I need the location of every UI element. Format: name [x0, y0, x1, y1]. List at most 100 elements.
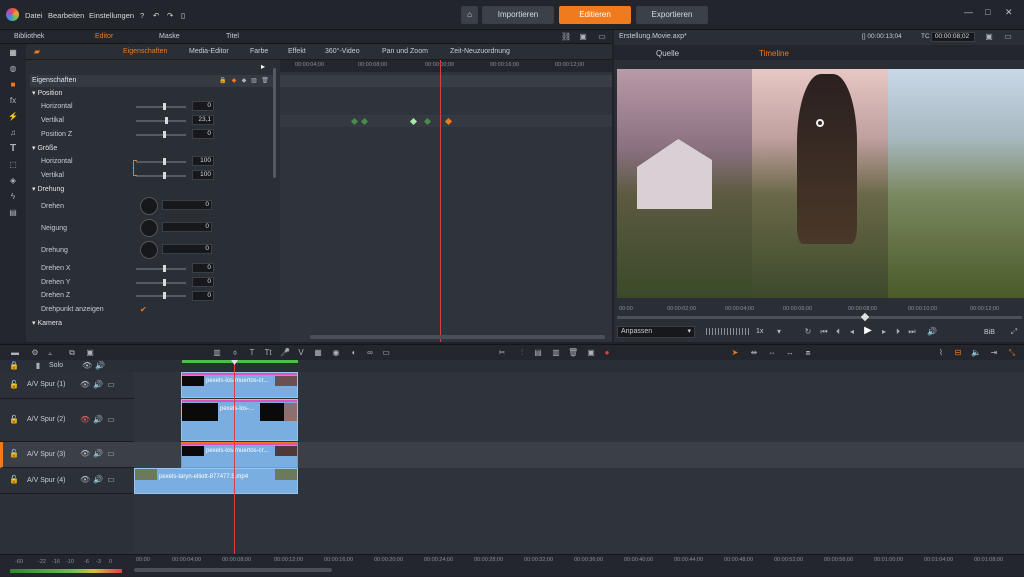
eye-icon[interactable]: 👁	[80, 380, 90, 390]
smart-icon[interactable]: V	[296, 348, 306, 358]
slider-groesse-horizontal[interactable]	[136, 158, 186, 165]
solo-label[interactable]: Solo	[49, 362, 63, 369]
panel-icon[interactable]: ▭	[597, 32, 607, 42]
timecode-field[interactable]: 00:00:08;02	[931, 32, 975, 42]
dial-neigung[interactable]	[140, 219, 158, 237]
track-header-4[interactable]: 🔓 A/V Spur (4) 👁 🔊 ▭	[0, 468, 134, 494]
jog-wheel[interactable]	[706, 328, 750, 335]
slider-vertikal[interactable]	[136, 117, 186, 124]
edit-button[interactable]: Editieren	[559, 6, 631, 24]
video-icon[interactable]: ▮	[33, 361, 43, 371]
film-icon[interactable]: ▦	[8, 48, 18, 58]
close-icon[interactable]: ✕	[1005, 7, 1013, 18]
editor-icon[interactable]: ■	[8, 80, 18, 90]
tab-editor[interactable]: Editor	[95, 33, 113, 40]
input-vertikal[interactable]: 23,1	[192, 115, 214, 125]
subtab-media-editor[interactable]: Media-Editor	[189, 48, 229, 55]
split-icon[interactable]: ⫶	[517, 348, 527, 358]
overlay-icon[interactable]: ⬚	[8, 160, 18, 170]
volume-icon[interactable]: 🔊	[927, 327, 937, 337]
layers-icon[interactable]: ◈	[8, 176, 18, 186]
dial-drehen[interactable]	[140, 197, 158, 215]
audio-mixer-icon[interactable]: ▥	[212, 348, 222, 358]
track-header-1[interactable]: 🔓 A/V Spur (1) 👁 🔊 ▭	[0, 372, 134, 399]
play-icon[interactable]: ▶	[863, 326, 873, 336]
help-icon[interactable]: ?	[140, 11, 144, 20]
title-tool-icon[interactable]: T	[247, 348, 257, 358]
track-options-icon[interactable]: ▭	[106, 449, 116, 459]
snap-icon[interactable]: ⫠	[45, 348, 55, 358]
music-icon[interactable]: ♫	[8, 128, 18, 138]
play-arrow-icon[interactable]: ▸	[258, 62, 268, 72]
bib-button[interactable]: BiB	[984, 329, 995, 336]
trim-icon[interactable]: ▣	[586, 348, 596, 358]
slide-tool-icon[interactable]: ⇔	[767, 348, 777, 358]
speaker-icon[interactable]: 🔊	[93, 415, 103, 425]
window-icon[interactable]: ▣	[984, 32, 994, 42]
lock-icon[interactable]: 🔓	[9, 449, 19, 459]
zoom-icon[interactable]: ⤡	[1007, 348, 1017, 358]
slider-horizontal[interactable]	[136, 103, 186, 110]
link-icon[interactable]: ⛓	[561, 32, 571, 42]
aspect-lock-icon[interactable]	[133, 160, 137, 176]
subtab-pan-zoom[interactable]: Pan und Zoom	[382, 48, 428, 55]
eye-icon[interactable]: 👁	[82, 361, 92, 371]
properties-scrollbar[interactable]	[273, 68, 276, 178]
go-end-icon[interactable]: ⏭	[907, 327, 917, 337]
menu-einstellungen[interactable]: Einstellungen	[89, 11, 134, 20]
chevron-down-icon[interactable]: ▾	[774, 327, 784, 337]
eye-off-icon[interactable]: 👁	[80, 415, 90, 425]
lightning-icon[interactable]: ϟ	[8, 192, 18, 202]
clip[interactable]: pexels-los-...	[181, 399, 298, 441]
input-drehung[interactable]: 0	[162, 244, 212, 254]
lock-icon[interactable]: 🔓	[9, 475, 19, 485]
undo-icon[interactable]: ↶	[153, 11, 159, 20]
checkbox-drehpunkt[interactable]: ✔	[140, 305, 147, 314]
fullscreen-icon[interactable]: ⤢	[1009, 327, 1019, 337]
input-position-z[interactable]: 0	[192, 129, 214, 139]
slider-drehen-x[interactable]	[136, 265, 186, 272]
keyframe-scrollbar[interactable]	[310, 335, 605, 339]
tab-quelle[interactable]: Quelle	[656, 49, 679, 58]
clip[interactable]: pexels-taryn-elliott-877477.5.mp4	[134, 468, 298, 494]
home-button[interactable]: ⌂	[461, 6, 478, 24]
speed-selector[interactable]: 1x	[756, 328, 763, 335]
keyframe-orange-icon[interactable]: ◆	[229, 76, 239, 86]
keyframe-icon[interactable]: ◆	[239, 76, 249, 86]
panel-icon[interactable]: ▭	[1003, 32, 1013, 42]
subtab-effekt[interactable]: Effekt	[288, 48, 306, 55]
dial-drehung[interactable]	[140, 241, 158, 259]
lock-icon[interactable]: 🔒	[218, 76, 228, 86]
tab-bibliothek[interactable]: Bibliothek	[14, 33, 44, 40]
subtab-farbe[interactable]: Farbe	[250, 48, 268, 55]
storyboard-icon[interactable]: ▣	[85, 348, 95, 358]
tab-maske[interactable]: Maske	[159, 33, 180, 40]
marker-icon[interactable]: ⌽	[230, 348, 240, 358]
speaker-icon[interactable]: 🔊	[93, 449, 103, 459]
audio-scrub-icon[interactable]: 🔈	[971, 348, 981, 358]
pointer-icon[interactable]: ➤	[730, 348, 740, 358]
preview-scrubber[interactable]	[617, 312, 1022, 322]
lock-icon[interactable]: 🔓	[9, 415, 19, 425]
layout-icon[interactable]: ▬	[10, 348, 20, 358]
input-drehen[interactable]: 0	[162, 200, 212, 210]
settings-icon[interactable]: ⚙	[30, 348, 40, 358]
section-position[interactable]: ▾ Position	[32, 89, 62, 97]
input-drehen-x[interactable]: 0	[192, 263, 214, 273]
track-options-icon[interactable]: ▭	[106, 380, 116, 390]
disc-icon[interactable]: ◉	[331, 348, 341, 358]
keyframe-playhead[interactable]	[440, 60, 441, 342]
magnet-icon[interactable]: ⌇	[936, 348, 946, 358]
subtitle-icon[interactable]: ▤	[8, 208, 18, 218]
grid-icon[interactable]: ▦	[313, 348, 323, 358]
eye-icon[interactable]: 👁	[80, 475, 90, 485]
text-icon[interactable]: T	[8, 144, 18, 154]
loop-icon[interactable]: ↻	[803, 327, 813, 337]
crop-icon[interactable]: ⧈	[803, 348, 813, 358]
stretch-icon[interactable]: ↔	[785, 348, 795, 358]
track-options-icon[interactable]: ▭	[106, 415, 116, 425]
subtab-eigenschaften[interactable]: Eigenschaften	[123, 48, 167, 55]
speaker-icon[interactable]: 🔊	[93, 475, 103, 485]
import-button[interactable]: Importieren	[482, 6, 554, 24]
razor-icon[interactable]: ✂	[497, 348, 507, 358]
